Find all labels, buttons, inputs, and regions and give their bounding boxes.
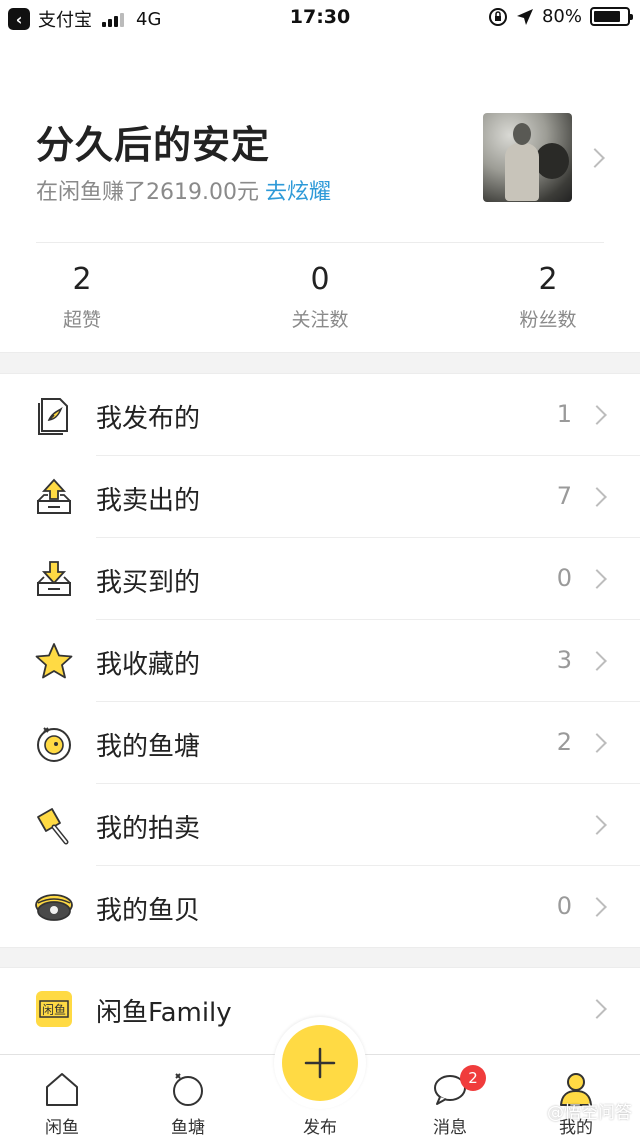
menu-item-count: 7 — [556, 482, 572, 510]
tab-label: 消息 — [433, 1118, 467, 1138]
unread-badge: 2 — [460, 1065, 486, 1091]
divider — [36, 242, 604, 243]
family-icon-text: 闲鱼 — [42, 1003, 66, 1017]
tab-me[interactable]: 我的 — [526, 1055, 626, 1138]
watermark: @悟空问答 — [547, 1103, 632, 1123]
bought-tray-down-icon — [37, 561, 71, 596]
menu-item-published[interactable]: 我发布的 1 — [0, 374, 640, 456]
show-off-link[interactable]: 去炫耀 — [265, 180, 331, 205]
earnings-text: 在闲鱼赚了2619.00元 — [36, 180, 259, 205]
section-gap — [0, 352, 640, 374]
stat-value: 2 — [538, 262, 558, 297]
published-doc-icon — [38, 398, 68, 435]
menu-item-count: 0 — [556, 564, 572, 592]
chevron-right-icon — [587, 733, 607, 753]
menu-item-label: 我的鱼贝 — [96, 896, 201, 926]
menu-item-count: 1 — [556, 400, 572, 428]
battery-icon — [590, 7, 633, 26]
menu-item-bought[interactable]: 我买到的 0 — [0, 538, 640, 620]
status-right: 80% — [488, 6, 633, 27]
tab-messages[interactable]: 2 消息 — [400, 1055, 500, 1138]
menu-item-favorites[interactable]: 我收藏的 3 — [0, 620, 640, 702]
stat-label: 粉丝数 — [519, 309, 577, 331]
battery-level — [594, 11, 620, 22]
menu-item-label: 我买到的 — [96, 568, 201, 598]
chevron-right-icon — [587, 651, 607, 671]
auction-hammer-icon — [37, 808, 69, 845]
shell-icon — [35, 894, 73, 921]
earnings-line: 在闲鱼赚了2619.00元 去炫耀 — [36, 174, 331, 206]
tab-pond[interactable]: 鱼塘 — [138, 1055, 238, 1138]
menu-item-label: 闲鱼Family — [96, 998, 232, 1028]
profile-name: 分久后的安定 — [36, 123, 271, 167]
stat-label: 超赞 — [62, 309, 101, 331]
rotation-lock-icon — [488, 7, 507, 26]
chevron-right-icon — [587, 487, 607, 507]
xianyu-family-icon: 闲鱼 — [36, 991, 72, 1027]
stat-value: 0 — [310, 262, 330, 297]
sold-tray-up-icon — [37, 478, 71, 514]
home-icon — [46, 1073, 78, 1106]
tab-label: 发布 — [303, 1118, 337, 1138]
menu-item-label: 我卖出的 — [96, 486, 201, 516]
chevron-right-icon — [585, 148, 605, 168]
section-gap — [0, 947, 640, 968]
star-icon — [35, 643, 73, 679]
menu-item-label: 我发布的 — [96, 404, 201, 434]
menu-item-count: 2 — [556, 728, 572, 756]
location-arrow-icon — [516, 8, 533, 25]
tab-bar: 闲鱼 鱼塘 发布 2 消息 我的 — [0, 1017, 640, 1138]
menu-list: 我发布的 1 我卖出的 7 我买到的 0 我收藏的 3 我的鱼塘 2 我的拍卖 … — [0, 374, 640, 948]
menu-item-count: 3 — [556, 646, 572, 674]
menu-item-sold[interactable]: 我卖出的 7 — [0, 456, 640, 538]
stat-value: 2 — [72, 262, 92, 297]
stat-following[interactable]: 0 关注数 — [240, 262, 400, 332]
stat-followers[interactable]: 2 粉丝数 — [468, 262, 628, 332]
menu-item-fishpond[interactable]: 我的鱼塘 2 — [0, 702, 640, 784]
stat-likes[interactable]: 2 超赞 — [2, 262, 162, 332]
chevron-right-icon — [587, 569, 607, 589]
chevron-right-icon — [587, 897, 607, 917]
pond-icon — [173, 1073, 203, 1106]
battery-percent: 80% — [541, 6, 582, 27]
menu-item-label: 我的鱼塘 — [96, 732, 201, 762]
menu-item-auction[interactable]: 我的拍卖 — [0, 784, 640, 866]
stats-row: 2 超赞 0 关注数 2 粉丝数 — [0, 262, 640, 338]
stat-label: 关注数 — [291, 309, 349, 331]
tab-label: 鱼塘 — [171, 1118, 205, 1138]
menu-item-fishshell[interactable]: 我的鱼贝 0 — [0, 866, 640, 948]
menu-item-count: 0 — [556, 892, 572, 920]
tab-label: 闲鱼 — [45, 1118, 79, 1138]
chevron-right-icon — [587, 999, 607, 1019]
profile-header[interactable]: 分久后的安定 在闲鱼赚了2619.00元 去炫耀 — [0, 100, 640, 242]
fishpond-icon — [37, 727, 71, 762]
tab-home[interactable]: 闲鱼 — [12, 1055, 112, 1138]
tab-publish[interactable]: 发布 — [270, 1055, 370, 1138]
avatar[interactable] — [483, 113, 572, 202]
menu-item-label: 我的拍卖 — [96, 814, 201, 844]
chevron-right-icon — [587, 405, 607, 425]
menu-item-label: 我收藏的 — [96, 650, 201, 680]
chevron-right-icon — [587, 815, 607, 835]
status-bar: ‹ 支付宝 4G 17:30 80% — [0, 0, 640, 38]
